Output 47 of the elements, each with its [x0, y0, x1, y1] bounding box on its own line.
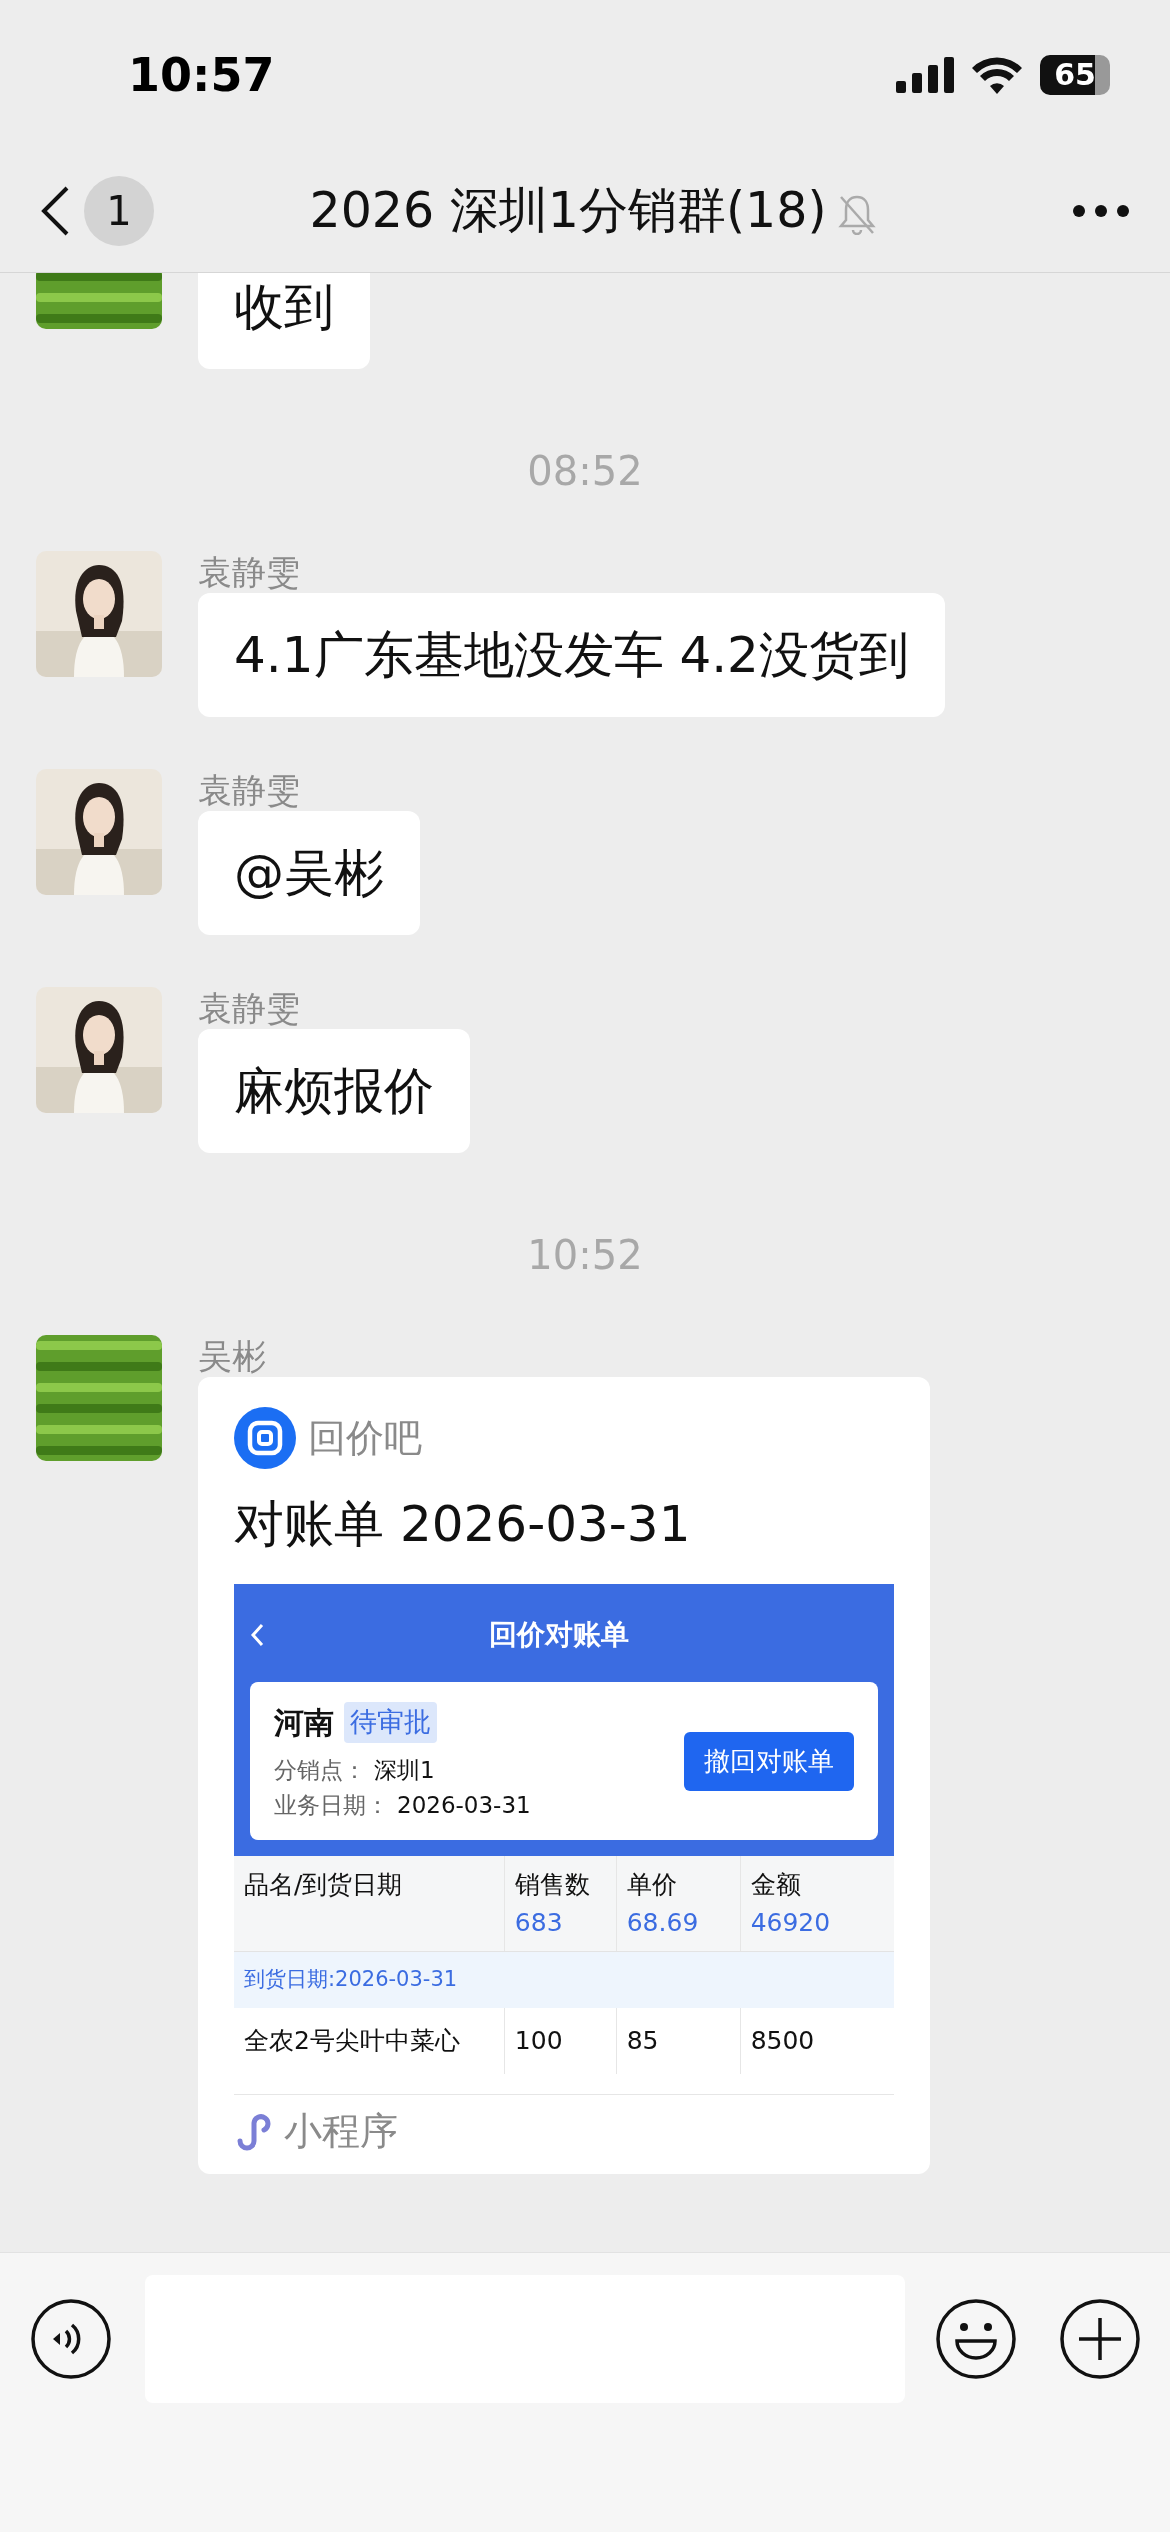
withdraw-button[interactable]: 撤回对账单	[684, 1731, 854, 1791]
status-tag: 待审批	[344, 1702, 437, 1743]
field-value: 2026-03-31	[397, 1790, 531, 1820]
back-icon	[250, 1623, 264, 1647]
mini-program-card[interactable]: 回价吧 对账单 2026-03-31 回价对账单 河南 待审批 分销点： 深圳1 业务日期： 2026-03-31 撤回对账单 品名/到货日期 销售数 683 单价 68.69 金额 46920 到货日期:2026-03-31 全农2号尖叶中菜心 100 85 8500 小程序	[198, 1377, 930, 2174]
column-total: 683	[514, 1906, 564, 1939]
column-header: 金额	[750, 1870, 801, 1899]
mini-program-label: 小程序	[284, 2107, 398, 2155]
table-cell: 8500	[740, 2007, 894, 2074]
message-bubble: @吴彬	[198, 811, 420, 935]
sender-name: 吴彬	[198, 1335, 267, 1377]
table-cell: 85	[616, 2007, 741, 2074]
group-label: 到货日期:2026-03-31	[234, 1951, 894, 2008]
field-label: 业务日期：	[274, 1790, 389, 1820]
table-cell: 100	[504, 2007, 617, 2074]
sender-name: 袁静雯	[198, 987, 301, 1029]
column-header: 单价	[626, 1870, 677, 1899]
region-name: 河南	[274, 1704, 334, 1742]
voice-icon[interactable]	[30, 2298, 112, 2380]
card-title: 对账单 2026-03-31	[234, 1494, 692, 1555]
sender-name: 袁静雯	[198, 769, 301, 811]
timestamp: 08:52	[527, 448, 643, 494]
column-header: 品名/到货日期	[244, 1870, 403, 1899]
unread-count-badge[interactable]: 1	[84, 176, 154, 246]
column-header: 销售数	[514, 1870, 590, 1899]
back-icon[interactable]	[40, 185, 70, 237]
sender-name: 袁静雯	[198, 551, 301, 593]
timestamp: 10:52	[527, 1232, 643, 1278]
emoji-icon[interactable]	[935, 2298, 1017, 2380]
field-value: 深圳1	[374, 1756, 435, 1785]
message-bubble: 麻烦报价	[198, 1029, 470, 1153]
app-name: 回价吧	[308, 1414, 422, 1462]
signal-icon	[896, 57, 955, 93]
app-logo-icon	[234, 1407, 296, 1469]
message-bubble: 收到	[198, 273, 370, 369]
column-total: 46920	[750, 1906, 832, 1939]
status-time: 10:57	[128, 46, 275, 104]
more-icon[interactable]	[1072, 204, 1130, 218]
table-cell: 全农2号尖叶中菜心	[234, 2007, 505, 2074]
wifi-icon	[972, 56, 1023, 94]
field-label: 分销点：	[274, 1756, 366, 1785]
plus-icon[interactable]	[1059, 2298, 1141, 2380]
column-total: 68.69	[626, 1906, 700, 1939]
chat-title: 2026 深圳1分销群(18)	[309, 181, 827, 242]
battery-indicator: 65	[1040, 55, 1110, 95]
preview-page-title: 回价对账单	[488, 1617, 630, 1653]
message-bubble: 4.1广东基地没发车 4.2没货到	[198, 593, 945, 717]
